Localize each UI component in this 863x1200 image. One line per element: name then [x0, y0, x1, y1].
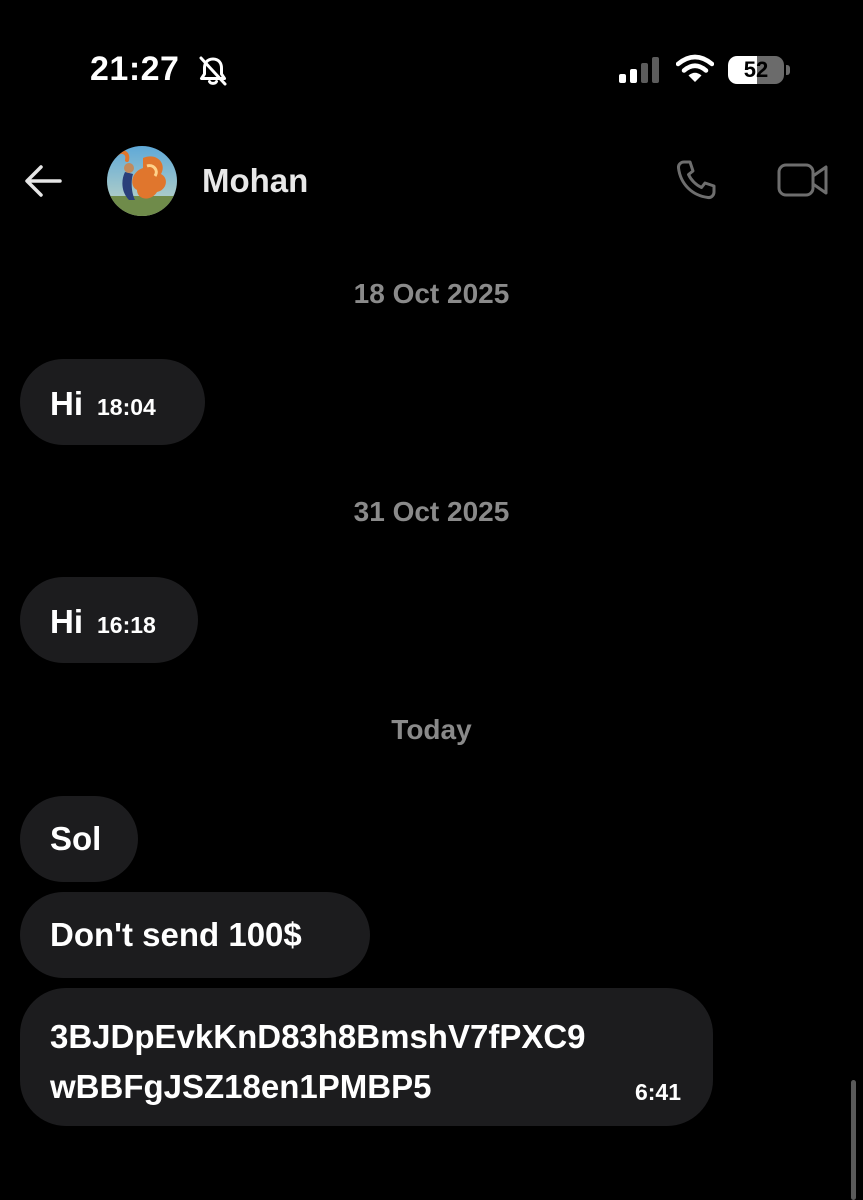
- battery-cap: [786, 65, 790, 75]
- message-bubble[interactable]: Don't send 100$: [20, 892, 370, 978]
- avatar-image: [107, 146, 177, 216]
- date-separator: 18 Oct 2025: [353, 278, 510, 309]
- battery-level: 52: [743, 57, 769, 82]
- message-time: 16:18: [97, 612, 156, 638]
- message-text: Don't send 100$: [50, 916, 302, 953]
- bell-slash-icon: [199, 56, 227, 86]
- message-text: Hi: [50, 385, 83, 422]
- date-separator: Today: [391, 714, 472, 745]
- message-text: 3BJDpEvkKnD83h8BmshV7fPXC9wBBFgJSZ18en1P…: [50, 1018, 586, 1105]
- date-separator: 31 Oct 2025: [353, 496, 510, 527]
- avatar[interactable]: [107, 146, 177, 216]
- message-bubble[interactable]: 3BJDpEvkKnD83h8BmshV7fPXC9wBBFgJSZ18en1P…: [20, 988, 713, 1126]
- phone-icon[interactable]: [672, 156, 720, 204]
- message-time: 6:41: [634, 1079, 681, 1105]
- battery-indicator: 52: [728, 56, 790, 86]
- message-bubble[interactable]: Hi 16:18: [20, 577, 198, 663]
- wifi-icon: [676, 54, 714, 82]
- message-bubble[interactable]: Hi 18:04: [20, 359, 205, 445]
- back-arrow-icon[interactable]: [20, 158, 66, 204]
- status-time: 21:27: [90, 50, 180, 88]
- video-camera-icon[interactable]: [776, 158, 830, 202]
- chat-screen: 21:27 52 Mohan 18 Oct 2025 Hi 18:04 31 O…: [0, 0, 863, 1200]
- message-bubble[interactable]: Sol: [20, 796, 138, 882]
- signal-bars-icon: [619, 57, 659, 83]
- scrollbar[interactable]: [851, 1080, 856, 1200]
- message-text: Hi: [50, 603, 83, 640]
- message-time: 18:04: [97, 394, 156, 420]
- battery-icon: 52: [728, 56, 784, 84]
- message-text: Sol: [50, 820, 102, 857]
- contact-name[interactable]: Mohan: [202, 162, 308, 200]
